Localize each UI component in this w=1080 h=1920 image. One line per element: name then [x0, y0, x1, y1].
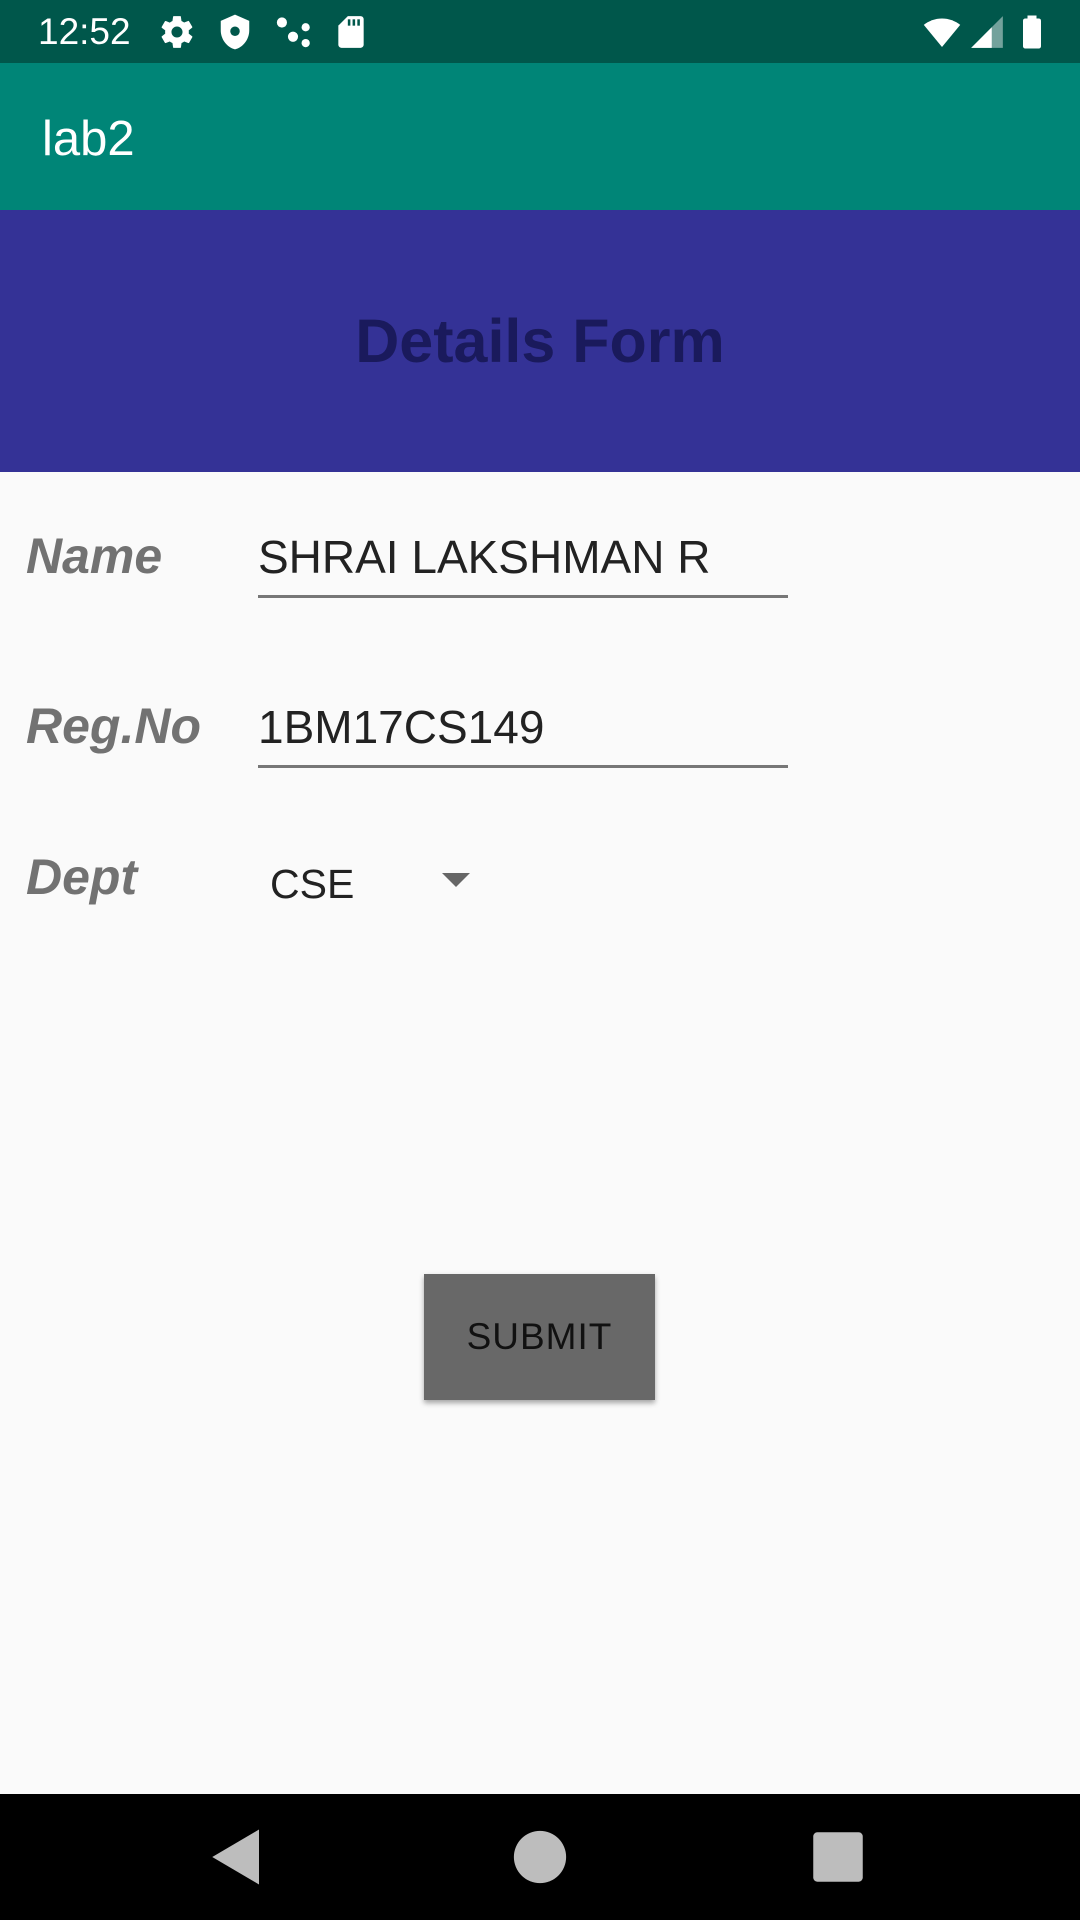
battery-icon [1023, 15, 1041, 49]
form-header: Details Form [0, 210, 1080, 472]
status-bar: 12:52 [0, 0, 1080, 63]
dept-selected-value: CSE [270, 861, 355, 907]
dropdown-arrow-icon [442, 873, 470, 887]
submit-button[interactable]: SUBMIT [424, 1274, 655, 1400]
wifi-icon [923, 18, 961, 48]
status-time: 12:52 [38, 11, 131, 52]
app-bar: lab2 [0, 63, 1080, 210]
gear-icon [161, 16, 193, 48]
shield-icon [220, 14, 250, 50]
name-input[interactable] [258, 518, 788, 598]
recents-icon[interactable] [803, 1824, 873, 1890]
nav-bar [0, 1794, 1080, 1920]
share-dots-icon [276, 17, 310, 48]
app-title: lab2 [42, 112, 135, 166]
signal-icon [971, 16, 1003, 48]
sd-card-icon [338, 16, 364, 48]
form-title: Details Form [355, 307, 725, 375]
dept-label: Dept [26, 849, 138, 905]
back-icon[interactable] [202, 1824, 272, 1890]
home-icon[interactable] [505, 1824, 575, 1890]
name-label: Name [26, 528, 163, 584]
reg-no-input[interactable] [258, 688, 788, 768]
dept-spinner[interactable]: CSE [258, 848, 498, 928]
reg-no-label: Reg.No [26, 698, 201, 754]
